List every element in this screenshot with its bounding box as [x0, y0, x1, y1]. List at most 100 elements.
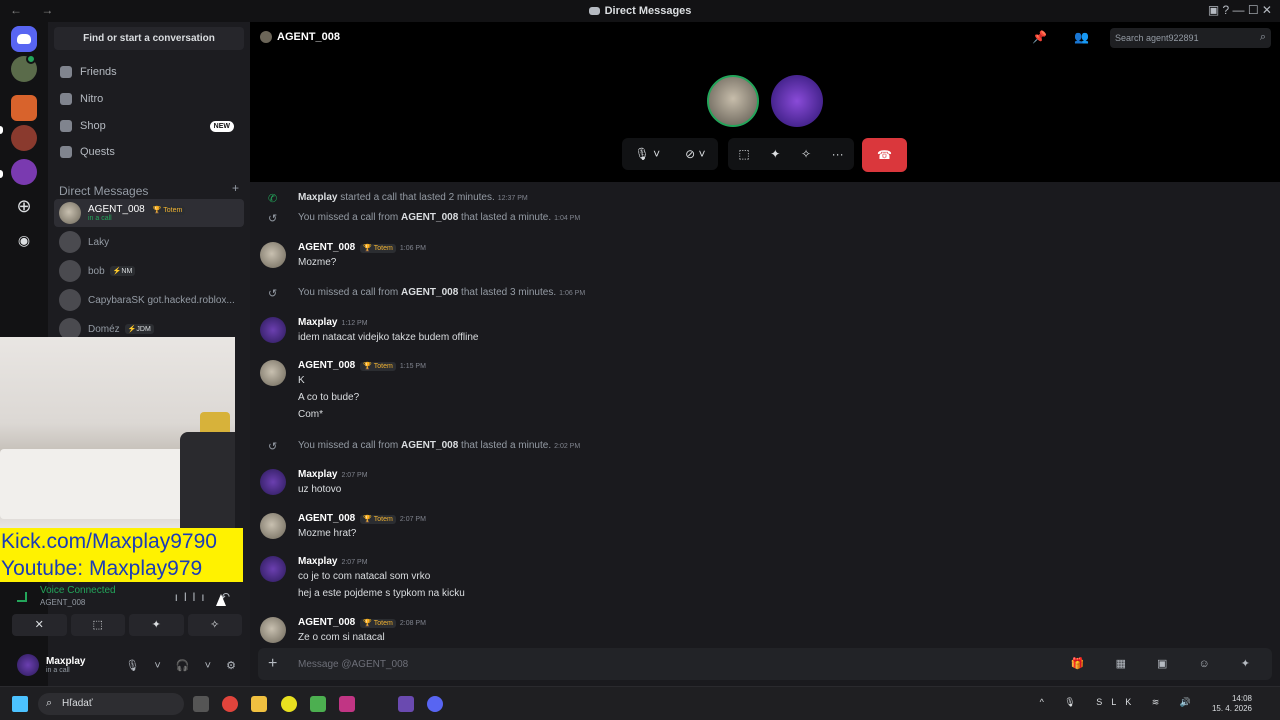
soundboard-button[interactable]: ✧ [187, 614, 242, 636]
window-controls[interactable]: ▣ ? — ☐ ✕ [1208, 3, 1272, 17]
camera-button[interactable]: ✕ [12, 614, 67, 636]
search-placeholder: Search agent922891 [1115, 33, 1199, 43]
discover-icon[interactable]: ◉ [11, 227, 37, 253]
server-icon[interactable] [11, 159, 37, 185]
avatar [59, 202, 81, 224]
attach-button[interactable]: + [268, 655, 277, 673]
soundboard-icon[interactable]: ✧ [801, 147, 811, 161]
composer-icons[interactable]: 🎁 ▦ ▣ ☺ ✦ [1071, 657, 1264, 670]
dm-item-agent008[interactable]: AGENT_008 🏆 Totem in a call [54, 199, 244, 227]
message-text: idem natacat videjko takze budem offline [298, 332, 479, 343]
search-icon: ⌕ [1259, 31, 1266, 43]
instagram-icon[interactable] [339, 696, 355, 712]
discord-icon [588, 7, 600, 16]
banner-kick: Kick.com/Maxplay9790 [1, 530, 217, 553]
quests-icon [60, 146, 72, 158]
participant-avatar[interactable] [771, 75, 823, 127]
author-name[interactable]: Maxplay [298, 317, 337, 328]
new-badge: NEW [209, 120, 234, 132]
mic-toggle[interactable]: 🎙 ˅ [635, 147, 661, 161]
author-avatar[interactable] [260, 556, 286, 582]
voice-buttons: ✕ ⬚ ✦ ✧ [12, 614, 242, 636]
start-button[interactable] [12, 696, 28, 712]
screen-share-button[interactable]: ⬚ [70, 614, 125, 636]
message-composer[interactable]: + Message @AGENT_008 🎁 ▦ ▣ ☺ ✦ [258, 648, 1272, 680]
nav-friends[interactable]: Friends [54, 60, 244, 84]
avatar [59, 260, 81, 282]
dm-name: CapybaraSK got.hacked.roblox... [88, 294, 235, 306]
author-name[interactable]: AGENT_008 [298, 513, 355, 524]
clock-time: 14:08 [1231, 694, 1252, 703]
author-avatar[interactable] [260, 617, 286, 643]
activity-button[interactable]: ✦ [129, 614, 184, 636]
add-server-icon[interactable]: ⊕ [11, 194, 37, 220]
chrome-icon[interactable] [222, 696, 238, 712]
app-icon[interactable] [281, 696, 297, 712]
app-icon[interactable] [398, 696, 414, 712]
message-header: Maxplay 2:07 PM [298, 556, 368, 567]
sys-text: You missed a call from [298, 212, 402, 223]
author-avatar[interactable] [260, 469, 286, 495]
server-icon[interactable] [11, 125, 37, 151]
find-conversation-button[interactable]: Find or start a conversation [54, 27, 244, 50]
nav-quests[interactable]: Quests [54, 140, 244, 164]
search-input[interactable]: Search agent922891 ⌕ [1110, 28, 1271, 48]
participant-avatar[interactable] [707, 75, 759, 127]
message-text: A co to bude? [298, 392, 360, 403]
voice-channel: AGENT_008 [40, 598, 86, 607]
user-controls[interactable]: 🎙 ˅ 🎧 ˅ ⚙ [125, 659, 242, 672]
hangup-button[interactable]: ☎ [862, 138, 907, 172]
sys-author[interactable]: AGENT_008 [401, 212, 458, 223]
chat-header: AGENT_008 [260, 31, 340, 44]
more-icon[interactable]: ··· [832, 147, 844, 161]
sys-author[interactable]: AGENT_008 [401, 440, 458, 451]
create-dm-button[interactable]: + [232, 181, 239, 195]
author-avatar[interactable] [260, 242, 286, 268]
user-name: Maxplay [46, 656, 86, 667]
user-avatar[interactable] [17, 654, 39, 676]
author-avatar[interactable] [260, 513, 286, 539]
sys-author[interactable]: AGENT_008 [401, 287, 458, 298]
taskbar-search[interactable]: ⌕ Hľadať [38, 693, 184, 715]
author-name[interactable]: AGENT_008 [298, 617, 355, 628]
message-text: hej a este pojdeme s typkom na kicku [298, 588, 465, 599]
mouse-cursor [216, 594, 226, 606]
server-icon[interactable] [11, 95, 37, 121]
discord-taskbar-icon[interactable] [427, 696, 443, 712]
timestamp: 1:12 PM [341, 320, 368, 327]
author-name[interactable]: Maxplay [298, 469, 337, 480]
activity-icon[interactable]: ✦ [770, 147, 780, 161]
taskbar-search-label: Hľadať [62, 698, 93, 709]
system-tray[interactable]: ^ 🎙 SLK ≋ 🔊 [1040, 697, 1200, 708]
xbox-icon[interactable] [310, 696, 326, 712]
message-text: uz hotovo [298, 484, 342, 495]
clock[interactable]: 14:08 15. 4. 2026 [1212, 694, 1252, 714]
dm-name: Doméz [88, 323, 120, 335]
dm-item-capybarask[interactable]: CapybaraSK got.hacked.roblox... [54, 286, 244, 314]
message-text: Mozme hrat? [298, 528, 357, 539]
nav-label: Quests [80, 146, 115, 158]
message-header: Maxplay 1:12 PM [298, 317, 368, 328]
taskview-icon[interactable] [193, 696, 209, 712]
author-name[interactable]: AGENT_008 [298, 360, 355, 371]
nav-nitro[interactable]: Nitro [54, 87, 244, 111]
dm-item-bob[interactable]: bob ⚡NM [54, 257, 244, 285]
author-name[interactable]: AGENT_008 [298, 242, 355, 253]
voice-controls[interactable]: ıllı ↶ [175, 590, 236, 604]
voice-status[interactable]: Voice Connected [40, 585, 116, 596]
video-toggle[interactable]: ⊘ ˅ [685, 147, 705, 161]
call-area: AGENT_008 📌 👥 ◎ Search agent922891 ⌕ 🎙 ˅ … [250, 22, 1280, 182]
author-name[interactable]: Maxplay [298, 556, 337, 567]
file-explorer-icon[interactable] [251, 696, 267, 712]
sys-author[interactable]: Maxplay [298, 192, 337, 203]
home-button[interactable] [11, 26, 37, 52]
discord-logo-icon [17, 34, 31, 44]
message-input[interactable]: Message @AGENT_008 [298, 659, 408, 670]
author-avatar[interactable] [260, 317, 286, 343]
author-avatar[interactable] [260, 360, 286, 386]
dm-item-laky[interactable]: Laky [54, 228, 244, 256]
screen-share-icon[interactable]: ⬚ [738, 147, 749, 161]
nitro-icon [60, 93, 72, 105]
dm-name: bob [88, 265, 105, 277]
nav-shop[interactable]: Shop NEW [54, 114, 244, 138]
